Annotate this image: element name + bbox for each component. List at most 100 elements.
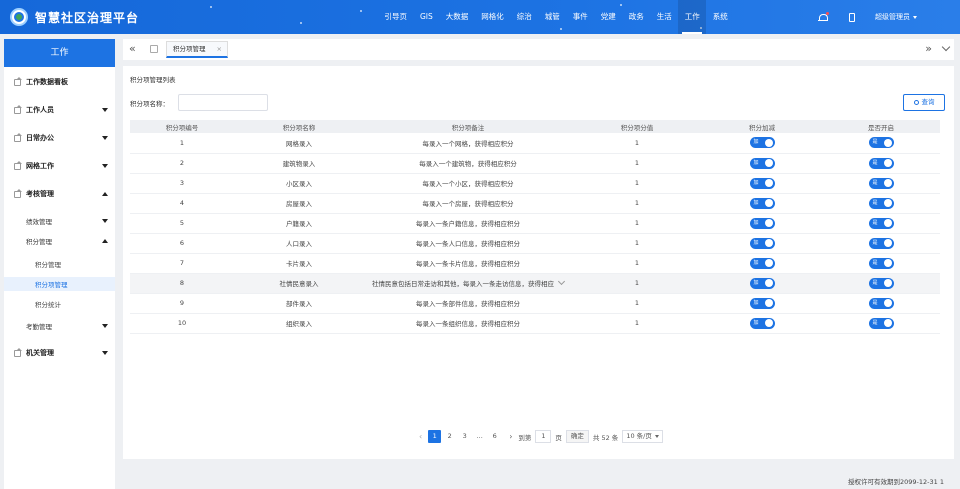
page-1[interactable]: 1 bbox=[428, 430, 442, 443]
table-row[interactable]: 8 社情民意录入 社情民意包括日常走访和其他，每录入一条走访信息，获得相应 1 … bbox=[130, 273, 940, 294]
enabled-toggle[interactable]: 是 bbox=[868, 317, 894, 329]
close-icon[interactable]: × bbox=[217, 42, 222, 57]
sidebar-item-agency[interactable]: 机关管理 bbox=[4, 346, 115, 360]
toggle-label: 加 bbox=[753, 259, 759, 266]
sidebar-item-grid-work[interactable]: 网格工作 bbox=[4, 159, 115, 173]
table-row[interactable]: 1 网格录入 每录入一个网格，获得相应积分 1 加 是 bbox=[130, 133, 940, 154]
home-icon bbox=[14, 104, 22, 114]
chevron-down-icon[interactable] bbox=[557, 277, 566, 286]
toggle-label: 加 bbox=[753, 299, 759, 306]
enabled-toggle[interactable]: 是 bbox=[868, 237, 894, 249]
nav-item-affairs[interactable]: 政务 bbox=[622, 0, 650, 34]
sidebar-item-label: 积分管理 bbox=[26, 238, 52, 246]
add-toggle[interactable]: 加 bbox=[749, 237, 775, 249]
nav-item-governance[interactable]: 综治 bbox=[510, 0, 538, 34]
page-ellipsis[interactable]: ... bbox=[473, 430, 486, 443]
tab-points-item-mgmt[interactable]: 积分项管理 × bbox=[166, 41, 228, 58]
toggle-label: 加 bbox=[753, 319, 759, 326]
enabled-toggle[interactable]: 是 bbox=[868, 177, 894, 189]
cell-enabled: 是 bbox=[822, 273, 940, 294]
license-footer: 授权许可有效期到2099-12-31 1 bbox=[848, 478, 944, 486]
home-icon bbox=[14, 188, 22, 198]
add-toggle[interactable]: 加 bbox=[749, 317, 775, 329]
nav-item-system[interactable]: 系统 bbox=[706, 0, 734, 34]
table-row[interactable]: 10 组织录入 每录入一条组织信息，获得相应积分 1 加 是 bbox=[130, 313, 940, 334]
cell-name: 部件录入 bbox=[234, 293, 364, 314]
user-menu[interactable]: 超级管理员 bbox=[875, 12, 917, 22]
sidebar-item-staff[interactable]: 工作人员 bbox=[4, 103, 115, 117]
sidebar-leaf-points-item-mgmt[interactable]: 积分项管理 bbox=[4, 277, 115, 291]
goto-page-input[interactable]: 1 bbox=[535, 430, 552, 443]
add-toggle[interactable]: 加 bbox=[749, 197, 775, 209]
prev-page-icon[interactable]: ‹ bbox=[419, 432, 422, 441]
enabled-toggle[interactable]: 是 bbox=[868, 217, 894, 229]
nav-item-party[interactable]: 党建 bbox=[594, 0, 622, 34]
add-toggle[interactable]: 加 bbox=[749, 257, 775, 269]
table-row[interactable]: 9 部件录入 每录入一条部件信息，获得相应积分 1 加 是 bbox=[130, 293, 940, 314]
toggle-knob bbox=[765, 259, 773, 267]
confirm-button[interactable]: 确定 bbox=[565, 430, 589, 443]
col-header: 积分项备注 bbox=[364, 120, 572, 133]
sidebar-sub-points[interactable]: 积分管理 bbox=[4, 235, 115, 247]
table-row[interactable]: 5 户籍录入 每录入一条户籍信息，获得相应积分 1 加 是 bbox=[130, 213, 940, 234]
sidebar-item-label: 工作数据看板 bbox=[26, 78, 68, 86]
toggle-label: 加 bbox=[753, 219, 759, 226]
sidebar-sub-performance[interactable]: 绩效管理 bbox=[4, 215, 115, 227]
enabled-toggle[interactable]: 是 bbox=[868, 297, 894, 309]
toggle-knob bbox=[884, 259, 892, 267]
logo-icon bbox=[10, 8, 28, 26]
enabled-toggle[interactable]: 是 bbox=[868, 257, 894, 269]
nav-item-guide[interactable]: 引导页 bbox=[378, 0, 414, 34]
query-button[interactable]: 查询 bbox=[903, 94, 945, 111]
nav-item-urban[interactable]: 城管 bbox=[538, 0, 566, 34]
enabled-toggle[interactable]: 是 bbox=[868, 277, 894, 289]
tabs-scroll-right-icon[interactable]: » bbox=[925, 43, 932, 55]
page-3[interactable]: 3 bbox=[458, 430, 471, 443]
sidebar-item-office[interactable]: 日常办公 bbox=[4, 131, 115, 145]
enabled-toggle[interactable]: 是 bbox=[868, 197, 894, 209]
add-toggle[interactable]: 加 bbox=[749, 217, 775, 229]
sidebar-item-assessment[interactable]: 考核管理 bbox=[4, 187, 115, 201]
points-name-input[interactable] bbox=[178, 94, 268, 111]
add-toggle[interactable]: 加 bbox=[749, 137, 775, 149]
home-tab-icon[interactable] bbox=[150, 45, 158, 53]
toggle-label: 是 bbox=[872, 239, 878, 246]
add-toggle[interactable]: 加 bbox=[749, 157, 775, 169]
mobile-icon[interactable] bbox=[849, 12, 855, 22]
add-toggle[interactable]: 加 bbox=[749, 297, 775, 309]
sidebar-leaf-points-stats[interactable]: 积分统计 bbox=[4, 297, 115, 311]
search-icon bbox=[913, 100, 919, 105]
toggle-knob bbox=[765, 199, 773, 207]
bell-icon[interactable] bbox=[818, 11, 829, 22]
table-row[interactable]: 6 人口录入 每录入一条人口信息，获得相应积分 1 加 是 bbox=[130, 233, 940, 254]
toggle-label: 加 bbox=[753, 239, 759, 246]
tabs-scroll-left-icon[interactable]: « bbox=[129, 43, 136, 55]
enabled-toggle[interactable]: 是 bbox=[868, 137, 894, 149]
chevron-down-icon[interactable] bbox=[941, 42, 951, 52]
page-size-select[interactable]: 10 条/页 bbox=[622, 430, 663, 443]
table-row[interactable]: 7 卡片录入 每录入一条卡片信息，获得相应积分 1 加 是 bbox=[130, 253, 940, 274]
nav-item-gis[interactable]: GIS bbox=[414, 0, 440, 34]
toggle-label: 是 bbox=[872, 199, 878, 206]
table-row[interactable]: 4 房屋录入 每录入一个房屋，获得相应积分 1 加 是 bbox=[130, 193, 940, 214]
nav-item-grid[interactable]: 网格化 bbox=[475, 0, 511, 34]
caret-down-icon bbox=[102, 324, 108, 328]
sidebar-item-dashboard[interactable]: 工作数据看板 bbox=[4, 75, 115, 89]
add-toggle[interactable]: 加 bbox=[749, 177, 775, 189]
page-2[interactable]: 2 bbox=[443, 430, 456, 443]
table-row[interactable]: 3 小区录入 每录入一个小区，获得相应积分 1 加 是 bbox=[130, 173, 940, 194]
sidebar-sub-attendance[interactable]: 考勤管理 bbox=[4, 320, 115, 332]
nav-item-events[interactable]: 事件 bbox=[566, 0, 594, 34]
cell-id: 5 bbox=[130, 213, 234, 234]
nav-item-life[interactable]: 生活 bbox=[650, 0, 678, 34]
add-toggle[interactable]: 加 bbox=[749, 277, 775, 289]
next-page-icon[interactable]: › bbox=[509, 432, 512, 441]
enabled-toggle[interactable]: 是 bbox=[868, 157, 894, 169]
nav-item-work[interactable]: 工作 bbox=[678, 0, 707, 34]
toggle-knob bbox=[884, 199, 892, 207]
table-row[interactable]: 2 建筑物录入 每录入一个建筑物，获得相应积分 1 加 是 bbox=[130, 153, 940, 174]
caret-down-icon bbox=[102, 136, 108, 140]
nav-item-bigdata[interactable]: 大数据 bbox=[439, 0, 475, 34]
sidebar-leaf-points-mgmt[interactable]: 积分管理 bbox=[4, 257, 115, 271]
page-6[interactable]: 6 bbox=[488, 430, 501, 443]
